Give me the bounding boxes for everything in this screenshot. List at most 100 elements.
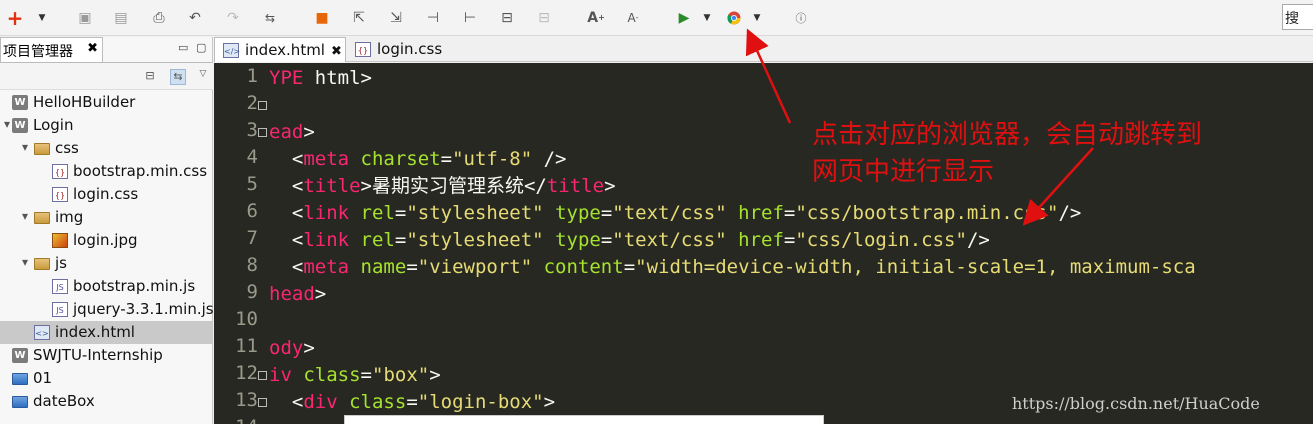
css-file-icon: {} [52, 164, 68, 179]
expand-toggle-icon[interactable]: ▾ [4, 117, 10, 131]
format-icon[interactable]: ⇆ [261, 9, 279, 27]
code-token: href [738, 229, 784, 251]
tree-node[interactable]: JS bootstrap.min.js [0, 275, 212, 298]
project-tree: W HelloHBuilder ▾ W Login ▾ css{} bootstrap.min… [0, 91, 214, 413]
bookmark-icon[interactable]: ■ [313, 9, 331, 27]
code-line[interactable]: ody> [269, 335, 315, 362]
view-menu-icon[interactable]: ▽ [195, 69, 211, 85]
expand-toggle-icon[interactable]: ▾ [22, 209, 28, 223]
code-line[interactable]: <link rel="stylesheet" type="text/css" h… [269, 227, 990, 254]
tree-node[interactable]: <> index.html [0, 321, 212, 344]
line-number: 13 [235, 389, 258, 411]
save-icon[interactable]: ▣ [76, 9, 94, 27]
expand-toggle-icon[interactable]: ▾ [22, 140, 28, 154]
tree-node[interactable]: ▾ W Login [0, 114, 212, 137]
tree-node[interactable]: ▾ js [0, 252, 212, 275]
folder-icon [34, 143, 50, 155]
run-browser-dropdown-icon[interactable]: ▼ [702, 9, 712, 27]
code-token: head [269, 283, 315, 305]
fold-icon[interactable] [258, 101, 267, 110]
code-token: ody [269, 337, 304, 359]
tree-node[interactable]: login.jpg [0, 229, 212, 252]
tree-node[interactable]: 01 [0, 367, 212, 390]
js-file-icon: JS [52, 279, 68, 294]
code-line[interactable]: ead> [269, 119, 315, 146]
code-token: = [360, 364, 372, 386]
tree-node[interactable]: {} login.css [0, 183, 212, 206]
line-number: 3 [246, 119, 258, 141]
code-token: = [783, 229, 796, 251]
code-token: < [269, 391, 304, 413]
collapse-all-icon[interactable]: ⊟ [142, 69, 158, 85]
line-number: 6 [246, 200, 258, 222]
close-icon[interactable]: ✖ [87, 41, 98, 56]
tree-node-label: login.css [73, 185, 139, 203]
line-number: 1 [246, 65, 258, 87]
code-token: "width=device-width, initial-scale=1, ma… [635, 256, 1196, 278]
folder-icon [34, 258, 50, 270]
annotation-line-2: 网页中进行显示 [812, 157, 995, 187]
code-token: > [543, 391, 556, 413]
line-number: 9 [246, 281, 258, 303]
fold-icon[interactable] [258, 398, 267, 407]
code-token: type [555, 229, 601, 251]
chrome-dropdown-icon[interactable]: ▼ [752, 9, 762, 27]
maximize-icon[interactable]: ▢ [196, 41, 206, 54]
dropdown-icon[interactable]: ▼ [37, 9, 47, 27]
code-token: > [429, 364, 441, 386]
new-icon[interactable]: + [6, 8, 24, 28]
prev-edit-icon[interactable]: ⇱ [350, 9, 368, 27]
font-increase-icon[interactable]: A + [587, 9, 605, 27]
code-line[interactable]: iv class="box"> [269, 362, 441, 389]
code-token: "css/login.css" [795, 229, 967, 251]
watermark: https://blog.csdn.net/HuaCode [1012, 394, 1260, 413]
link-editor-icon[interactable]: ⇆ [170, 69, 186, 85]
tree-node[interactable]: W SWJTU-Internship [0, 344, 212, 367]
tree-node[interactable]: ▾ css [0, 137, 212, 160]
tree-node[interactable]: JS jquery-3.3.1.min.js [0, 298, 214, 321]
close-tab-icon[interactable]: ✖ [331, 44, 342, 59]
run-icon[interactable]: ⊟ [498, 9, 516, 27]
info-icon[interactable]: ⓘ [792, 9, 810, 27]
css-file-icon: {} [52, 187, 68, 202]
minimize-icon[interactable]: ▭ [178, 41, 188, 54]
step-in-icon[interactable]: ⊣ [424, 9, 442, 27]
code-line[interactable]: head> [269, 281, 326, 308]
undo-icon[interactable]: ↶ [186, 9, 204, 27]
run-disabled-icon[interactable]: ⊟ [535, 9, 553, 27]
w-project-icon: W [12, 95, 28, 110]
code-token: < [269, 418, 349, 424]
code-line[interactable]: YPE html> [269, 65, 372, 92]
code-line[interactable]: <meta charset="utf-8" /> [269, 146, 567, 173]
tree-node-label: Login [33, 116, 74, 134]
project-manager-tab[interactable]: 项目管理器 ✖ [0, 37, 103, 62]
tree-node[interactable]: dateBox [0, 390, 212, 413]
fold-icon[interactable] [258, 128, 267, 137]
code-line[interactable]: <div class="login-box"> [269, 389, 555, 416]
code-line[interactable]: <link rel="stylesheet" type="text/css" h… [269, 200, 1081, 227]
code-line[interactable]: <title>暑期实习管理系统</title> [269, 173, 616, 200]
save-all-icon[interactable]: ▤ [112, 9, 130, 27]
image-file-icon [52, 233, 68, 248]
tab-index-html[interactable]: </> index.html ✖ [214, 37, 346, 62]
tree-node[interactable]: ▾ img [0, 206, 212, 229]
code-token: "stylesheet" [406, 202, 544, 224]
print-icon[interactable]: ⎙ [150, 9, 168, 27]
step-over-icon[interactable]: ⊢ [461, 9, 479, 27]
search-input[interactable]: 搜 [1282, 4, 1313, 30]
expand-toggle-icon[interactable]: ▾ [22, 255, 28, 269]
tree-node[interactable]: {} bootstrap.min.css [0, 160, 212, 183]
tree-node[interactable]: W HelloHBuilder [0, 91, 212, 114]
chrome-browser-icon[interactable] [725, 9, 743, 27]
run-browser-icon[interactable]: ▶ [675, 9, 693, 27]
tab-login-css[interactable]: {} login.css [347, 37, 457, 62]
code-token: class [349, 391, 407, 413]
font-decrease-icon[interactable]: A- [624, 9, 642, 27]
redo-icon[interactable]: ↷ [224, 9, 242, 27]
code-line[interactable]: <meta name="viewport" content="width=dev… [269, 254, 1196, 281]
fold-icon[interactable] [258, 371, 267, 380]
next-edit-icon[interactable]: ⇲ [387, 9, 405, 27]
